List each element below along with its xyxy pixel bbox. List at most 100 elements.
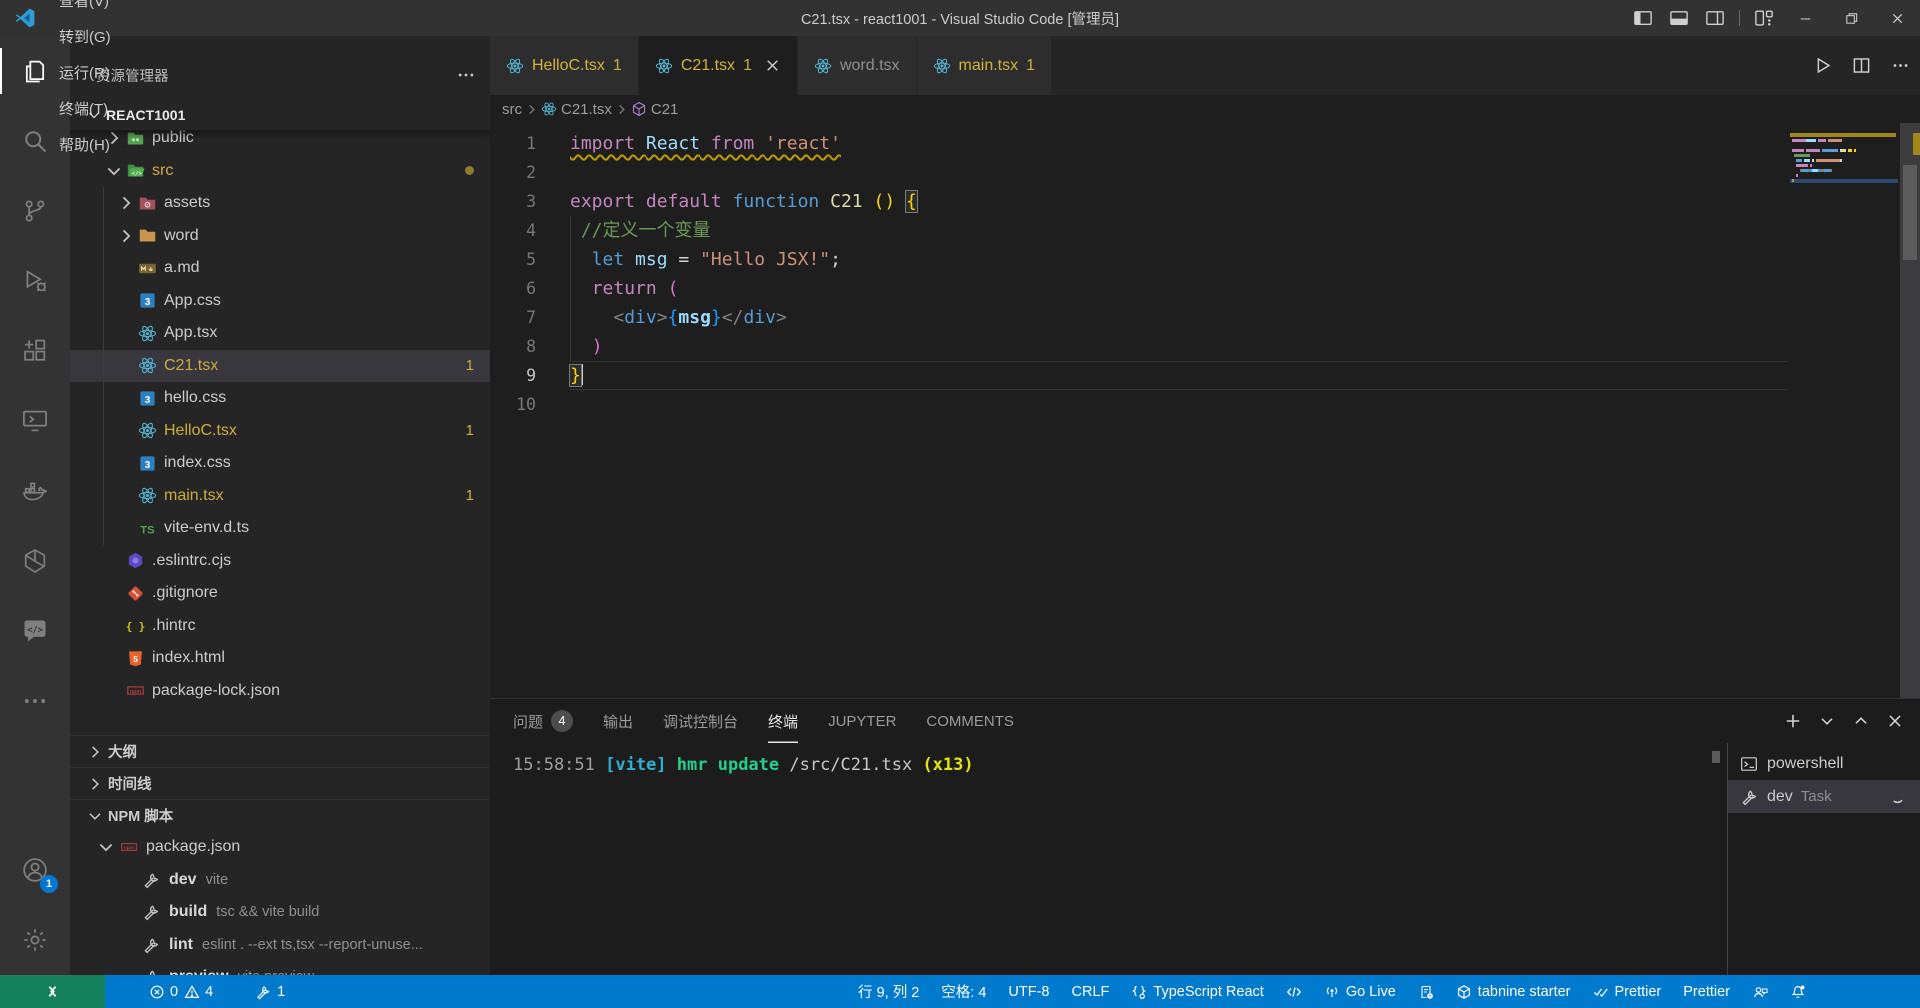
tree-item-index.html[interactable]: 5 index.html — [70, 642, 490, 675]
scrollbar-thumb[interactable] — [1903, 165, 1917, 260]
tree-item-main.tsx[interactable]: main.tsx 1 — [70, 479, 490, 513]
status-open-in-browser[interactable] — [1280, 975, 1308, 1008]
status-go-live[interactable]: Go Live — [1318, 975, 1402, 1008]
code-line-1[interactable]: 1 import React from 'react' — [490, 129, 1788, 158]
terminal-instance-powershell[interactable]: powershell — [1728, 747, 1920, 780]
maximize-panel-icon[interactable] — [1852, 712, 1870, 730]
code-editor[interactable]: 1 import React from 'react' 2 3 export d… — [490, 123, 1920, 698]
status-feedback[interactable] — [1746, 975, 1774, 1008]
window-restore-button[interactable] — [1828, 0, 1874, 36]
menu-帮助(H)[interactable]: 帮助(H) — [48, 126, 122, 162]
section-时间线[interactable]: 时间线 — [70, 767, 490, 799]
menu-终端(T)[interactable]: 终端(T) — [48, 90, 122, 126]
code-line-2[interactable]: 2 — [490, 158, 1788, 187]
breadcrumb-C21.tsx[interactable]: C21.tsx — [541, 101, 612, 118]
activity-project-manager[interactable] — [0, 526, 70, 596]
status-notifications[interactable] — [1784, 975, 1812, 1008]
status-prettier-check[interactable]: Prettier — [1587, 975, 1668, 1008]
breadcrumb-src[interactable]: src — [502, 101, 522, 118]
layout-customize-icon[interactable] — [1754, 8, 1774, 28]
status-prettier[interactable]: Prettier — [1677, 975, 1736, 1008]
activity-more-views[interactable] — [0, 666, 70, 736]
tree-item-.eslintrc.cjs[interactable]: .eslintrc.cjs — [70, 545, 490, 578]
minimap[interactable] — [1790, 129, 1898, 698]
code-line-6[interactable]: 6 return ( — [490, 274, 1788, 303]
tree-item-src[interactable]: </> src — [70, 155, 490, 188]
layout-panel-icon[interactable] — [1669, 8, 1689, 28]
breadcrumb-C21[interactable]: C21 — [631, 101, 678, 118]
tree-item-.gitignore[interactable]: .gitignore — [70, 577, 490, 610]
section-大纲[interactable]: 大纲 — [70, 735, 490, 767]
npm-script-lint[interactable]: lint eslint . --ext ts,tsx --report-unuse… — [70, 929, 490, 962]
code-line-7[interactable]: 7 <div>{msg}</div> — [490, 303, 1788, 332]
npm-package-json[interactable]: npm package.json — [70, 831, 490, 864]
code-line-8[interactable]: 8 ) — [490, 332, 1788, 361]
layout-sidebar-left-icon[interactable] — [1633, 8, 1653, 28]
code-line-9[interactable]: 9 } — [490, 361, 1788, 390]
code-line-3[interactable]: 3 export default function C21 () { — [490, 187, 1788, 216]
activity-docker[interactable] — [0, 456, 70, 526]
status-tabnine[interactable]: tabnine starter — [1450, 975, 1577, 1008]
tree-item-package-lock.json[interactable]: npm package-lock.json — [70, 675, 490, 708]
status-running-tasks[interactable]: 1 — [249, 975, 291, 1008]
status-language-mode[interactable]: TypeScript React — [1125, 975, 1269, 1008]
tree-item-assets[interactable]: assets — [70, 187, 490, 220]
close-panel-icon[interactable] — [1886, 712, 1904, 730]
npm-script-dev[interactable]: dev vite — [70, 864, 490, 897]
code-line-5[interactable]: 5 let msg = "Hello JSX!"; — [490, 245, 1788, 274]
close-tab-icon[interactable] — [764, 57, 781, 74]
code-line-10[interactable]: 10 — [490, 390, 1788, 419]
tree-item-word[interactable]: word — [70, 219, 490, 253]
npm-script-build[interactable]: build tsc && vite build — [70, 896, 490, 929]
remote-indicator[interactable] — [0, 975, 105, 1008]
section-NPM 脚本[interactable]: NPM 脚本 — [70, 799, 490, 831]
status-cursor-position[interactable]: 行 9, 列 2 — [852, 975, 925, 1008]
terminal-instance-dev[interactable]: dev Task — [1728, 780, 1920, 813]
panel-tab-COMMENTS[interactable]: COMMENTS — [926, 699, 1014, 743]
menu-查看(V)[interactable]: 查看(V) — [48, 0, 122, 18]
explorer-more-actions-icon[interactable] — [456, 65, 476, 85]
new-terminal-icon[interactable] — [1784, 712, 1802, 730]
activity-extensions[interactable] — [0, 316, 70, 386]
layout-sidebar-right-icon[interactable] — [1705, 8, 1725, 28]
activity-run-and-debug[interactable] — [0, 246, 70, 316]
project-root-row[interactable]: REACT1001 — [70, 100, 490, 130]
editor-scrollbar[interactable] — [1900, 123, 1920, 698]
terminal-output[interactable]: 15:58:51 [vite] hmr update /src/C21.tsx … — [490, 743, 1726, 975]
menu-运行(R)[interactable]: 运行(R) — [48, 54, 122, 90]
window-close-button[interactable] — [1874, 0, 1920, 36]
npm-script-preview[interactable]: previewvite preview — [70, 961, 490, 975]
tab-C21.tsx[interactable]: C21.tsx 1 — [638, 36, 798, 95]
activity-remote-explorer[interactable] — [0, 386, 70, 456]
terminal-scrollbar[interactable] — [1712, 751, 1720, 763]
activity-code-chat[interactable]: </> — [0, 596, 70, 666]
tree-item-public[interactable]: public — [70, 130, 490, 155]
activity-accounts[interactable]: 1 — [0, 835, 70, 905]
panel-tab-终端[interactable]: 终端 — [768, 699, 798, 743]
tree-item-vite-env.d.ts[interactable]: TS vite-env.d.ts — [70, 512, 490, 545]
panel-tab-输出[interactable]: 输出 — [603, 699, 633, 743]
more-actions-icon[interactable] — [1891, 56, 1910, 75]
tab-word.tsx[interactable]: word.tsx — [797, 36, 917, 95]
status-encoding[interactable]: UTF-8 — [1002, 975, 1055, 1008]
status-script-status[interactable] — [1412, 975, 1440, 1008]
status-indentation[interactable]: 空格: 4 — [935, 975, 992, 1008]
window-minimize-button[interactable] — [1782, 0, 1828, 36]
panel-tab-JUPYTER[interactable]: JUPYTER — [828, 699, 896, 743]
status-eol[interactable]: CRLF — [1066, 975, 1116, 1008]
panel-tab-调试控制台[interactable]: 调试控制台 — [663, 699, 738, 743]
tab-HelloC.tsx[interactable]: HelloC.tsx 1 — [490, 36, 639, 95]
tree-item-C21.tsx[interactable]: C21.tsx 1 — [70, 349, 490, 382]
tab-main.tsx[interactable]: main.tsx 1 — [916, 36, 1053, 95]
tree-item-HelloC.tsx[interactable]: HelloC.tsx 1 — [70, 414, 490, 448]
run-file-icon[interactable] — [1813, 56, 1832, 75]
terminal-picker-icon[interactable] — [1818, 712, 1836, 730]
panel-tab-问题[interactable]: 问题 4 — [513, 699, 574, 743]
activity-source-control[interactable] — [0, 176, 70, 246]
tree-item-hello.css[interactable]: 3 hello.css — [70, 382, 490, 415]
status-problems[interactable]: 04 — [143, 975, 219, 1008]
split-editor-icon[interactable] — [1852, 56, 1871, 75]
tree-item-a.md[interactable]: a.md — [70, 252, 490, 285]
tree-item-index.css[interactable]: 3 index.css — [70, 447, 490, 480]
code-line-4[interactable]: 4 //定义一个变量 — [490, 216, 1788, 245]
